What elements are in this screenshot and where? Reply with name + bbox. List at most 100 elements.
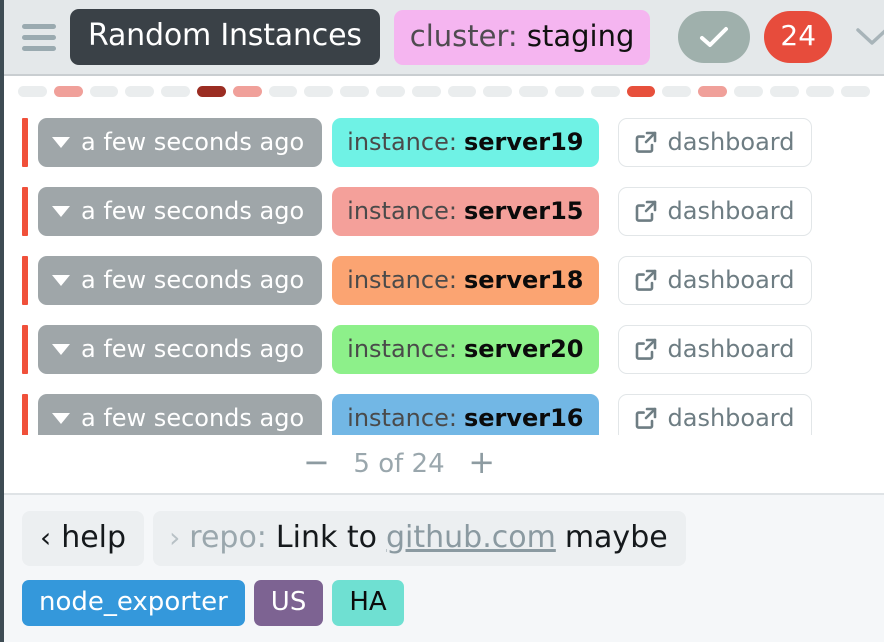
timestamp-expander[interactable]: a few seconds ago	[38, 325, 322, 374]
instance-badge-value: server16	[464, 404, 584, 432]
status-segment[interactable]	[161, 86, 190, 97]
status-segment[interactable]	[197, 86, 226, 97]
instance-badge-key: instance:	[347, 128, 457, 156]
chevron-right-icon: ›	[169, 521, 180, 554]
severity-marker	[22, 394, 28, 435]
timestamp-label: a few seconds ago	[81, 266, 304, 294]
instance-badge[interactable]: instance:server16	[332, 394, 598, 435]
tag-chip[interactable]: HA	[332, 580, 403, 626]
tag-chip[interactable]: US	[254, 580, 324, 626]
status-segment[interactable]	[233, 86, 262, 97]
status-segment[interactable]	[304, 86, 333, 97]
timestamp-expander[interactable]: a few seconds ago	[38, 118, 322, 167]
dashboard-button[interactable]: dashboard	[618, 187, 813, 236]
external-link-icon	[634, 199, 658, 223]
status-segment[interactable]	[376, 86, 405, 97]
timestamp-expander[interactable]: a few seconds ago	[38, 256, 322, 305]
hamburger-bar	[22, 46, 56, 51]
status-segment[interactable]	[269, 86, 298, 97]
status-segment[interactable]	[412, 86, 441, 97]
alert-row: a few seconds ago instance:server20 dashbo…	[4, 315, 884, 384]
instance-badge[interactable]: instance:server15	[332, 187, 598, 236]
timestamp-expander[interactable]: a few seconds ago	[38, 187, 322, 236]
header-bar: Random Instances cluster: staging 24	[4, 0, 884, 76]
status-segment[interactable]	[770, 86, 799, 97]
status-segment-bar	[4, 76, 884, 106]
tags-row: node_exporterUSHA	[22, 566, 884, 642]
page-title: Random Instances	[70, 9, 380, 65]
hamburger-bar	[22, 24, 56, 29]
severity-marker	[22, 187, 28, 236]
instance-badge-key: instance:	[347, 266, 457, 294]
pagination: − 5 of 24 +	[4, 435, 884, 493]
timestamp-expander[interactable]: a few seconds ago	[38, 394, 322, 435]
dashboard-label: dashboard	[668, 197, 795, 225]
app-window: Random Instances cluster: staging 24 a f…	[0, 0, 884, 642]
severity-marker	[22, 256, 28, 305]
dashboard-button[interactable]: dashboard	[618, 325, 813, 374]
status-segment[interactable]	[54, 86, 83, 97]
status-segment[interactable]	[519, 86, 548, 97]
pagination-increase-button[interactable]: +	[465, 446, 499, 482]
timestamp-label: a few seconds ago	[81, 197, 304, 225]
status-segment[interactable]	[555, 86, 584, 97]
alert-count-badge[interactable]: 24	[764, 11, 832, 63]
external-link-icon	[634, 337, 658, 361]
pagination-status: 5 of 24	[353, 449, 444, 479]
dashboard-button[interactable]: dashboard	[618, 394, 813, 435]
repo-text-before: Link to	[276, 520, 377, 555]
status-segment[interactable]	[662, 86, 691, 97]
tag-chip[interactable]: node_exporter	[22, 580, 245, 626]
status-segment[interactable]	[18, 86, 47, 97]
status-segment[interactable]	[627, 86, 656, 97]
external-link-icon	[634, 130, 658, 154]
status-segment[interactable]	[125, 86, 154, 97]
caret-down-icon	[52, 206, 70, 217]
repo-annotation[interactable]: › repo: Link to github.com maybe	[153, 511, 686, 566]
timestamp-label: a few seconds ago	[81, 404, 304, 432]
instance-badge[interactable]: instance:server19	[332, 118, 598, 167]
caret-down-icon	[52, 275, 70, 286]
alert-row: a few seconds ago instance:server19 dashbo…	[4, 108, 884, 177]
cluster-badge-value: staging	[527, 19, 635, 53]
hamburger-icon[interactable]	[22, 22, 56, 52]
status-segment[interactable]	[448, 86, 477, 97]
instance-badge-key: instance:	[347, 335, 457, 363]
dashboard-label: dashboard	[668, 404, 795, 432]
repo-key: repo:	[189, 520, 267, 555]
status-segment[interactable]	[591, 86, 620, 97]
hamburger-bar	[22, 35, 56, 40]
instance-badge-key: instance:	[347, 197, 457, 225]
alert-row: a few seconds ago instance:server18 dashbo…	[4, 246, 884, 315]
instance-badge-value: server19	[464, 128, 584, 156]
repo-text-after: maybe	[565, 520, 668, 555]
severity-marker	[22, 118, 28, 167]
dashboard-button[interactable]: dashboard	[618, 118, 813, 167]
status-segment[interactable]	[340, 86, 369, 97]
caret-down-icon	[52, 413, 70, 424]
repo-link[interactable]: github.com	[386, 520, 556, 555]
timestamp-label: a few seconds ago	[81, 335, 304, 363]
help-button[interactable]: ‹ help	[22, 511, 144, 566]
status-segment[interactable]	[806, 86, 835, 97]
check-icon	[699, 25, 729, 49]
dashboard-label: dashboard	[668, 335, 795, 363]
chevron-down-icon[interactable]	[850, 15, 884, 59]
status-segment[interactable]	[841, 86, 870, 97]
status-segment[interactable]	[734, 86, 763, 97]
cluster-badge[interactable]: cluster: staging	[394, 10, 651, 65]
footer-links-row: ‹ help › repo: Link to github.com maybe	[22, 511, 884, 566]
instance-badge[interactable]: instance:server20	[332, 325, 598, 374]
caret-down-icon	[52, 344, 70, 355]
pagination-decrease-button[interactable]: −	[299, 446, 333, 482]
timestamp-label: a few seconds ago	[81, 128, 304, 156]
instance-badge[interactable]: instance:server18	[332, 256, 598, 305]
external-link-icon	[634, 268, 658, 292]
instance-badge-value: server15	[464, 197, 584, 225]
status-segment[interactable]	[90, 86, 119, 97]
status-segment[interactable]	[698, 86, 727, 97]
check-button[interactable]	[678, 11, 750, 63]
dashboard-button[interactable]: dashboard	[618, 256, 813, 305]
severity-marker	[22, 325, 28, 374]
status-segment[interactable]	[483, 86, 512, 97]
